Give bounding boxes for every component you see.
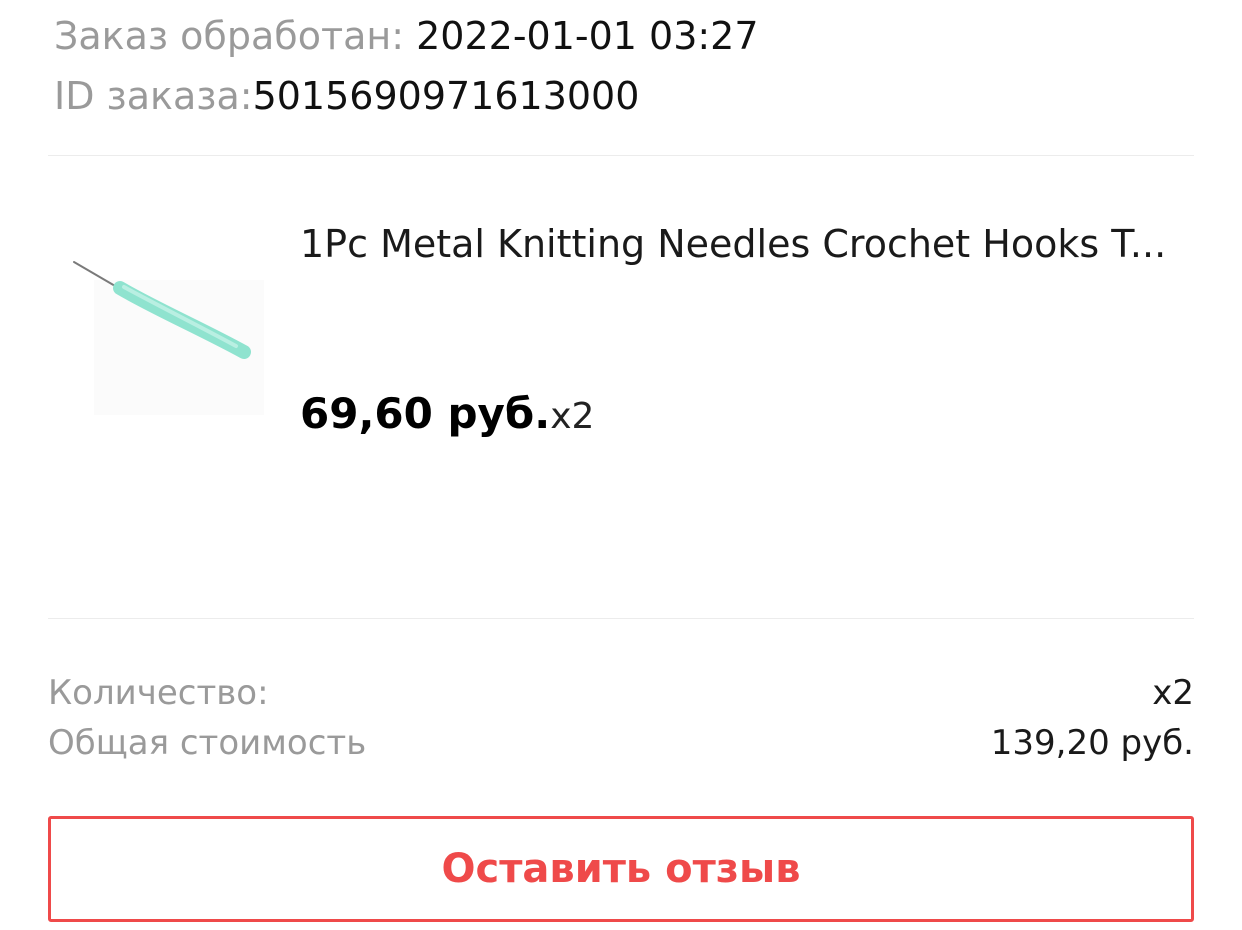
product-title[interactable]: 1Pc Metal Knitting Needles Crochet Hooks…	[300, 218, 1190, 270]
summary-quantity-row: Количество: x2	[48, 668, 1194, 718]
divider	[48, 155, 1194, 156]
summary-total-label: Общая стоимость	[48, 723, 367, 763]
divider	[48, 618, 1194, 619]
product-price: 69,60 руб.	[300, 389, 551, 438]
summary-total-row: Общая стоимость 139,20 руб.	[48, 718, 1194, 768]
order-id-label: ID заказа:	[54, 74, 253, 118]
leave-review-button[interactable]: Оставить отзыв	[48, 816, 1194, 922]
product-image[interactable]	[64, 240, 264, 420]
order-info: Заказ обработан: 2022-01-01 03:27 ID зак…	[54, 6, 759, 126]
order-processed-value: 2022-01-01 03:27	[416, 14, 759, 58]
product-price-row: 69,60 руб.x2	[300, 384, 594, 447]
product-quantity: x2	[550, 396, 595, 437]
order-id-row: ID заказа:5015690971613000	[54, 66, 759, 126]
order-detail-page: Заказ обработан: 2022-01-01 03:27 ID зак…	[0, 0, 1242, 930]
summary-quantity-value: x2	[1152, 673, 1194, 713]
summary-quantity-label: Количество:	[48, 673, 269, 713]
summary-total-value: 139,20 руб.	[990, 723, 1194, 763]
order-processed-row: Заказ обработан: 2022-01-01 03:27	[54, 6, 759, 66]
order-processed-label: Заказ обработан:	[54, 14, 405, 58]
order-id-value: 5015690971613000	[252, 74, 640, 118]
crochet-hook-image	[73, 261, 264, 415]
